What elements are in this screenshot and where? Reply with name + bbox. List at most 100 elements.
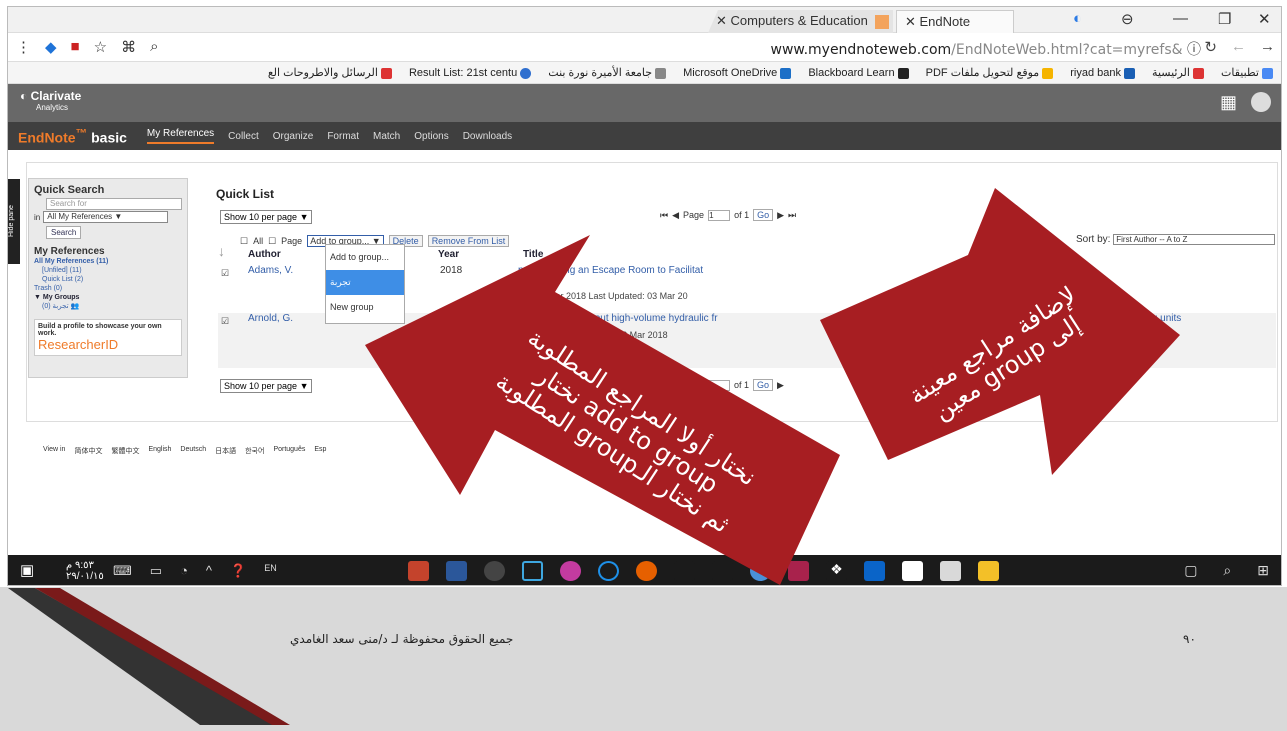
task-view-icon[interactable]: ▢ <box>1184 562 1197 579</box>
row-url-link[interactable]: → Go to URL <box>518 302 572 312</box>
researcherid-box[interactable]: Build a profile to showcase your own wor… <box>34 319 182 356</box>
nav-match[interactable]: Match <box>373 131 400 142</box>
windows-start-icon[interactable]: ⊞ <box>1257 562 1269 579</box>
bookmark-riyad[interactable]: riyad bank <box>1070 63 1135 79</box>
lang-link[interactable]: 繁體中文 <box>111 446 139 456</box>
dropdown-option[interactable]: Add to group... <box>326 245 404 270</box>
clock[interactable]: ٩:٥٣ م ٢٩/٠١/١٥ <box>66 560 104 582</box>
endnote-brand[interactable]: EndNote™ basic <box>18 127 127 146</box>
extension-icon[interactable]: ◐ <box>1073 10 1082 27</box>
row-checkbox[interactable]: ☑ <box>221 316 229 327</box>
dropdown-option-selected[interactable]: تجربة <box>326 270 404 295</box>
profile-icon[interactable]: ⊖ <box>1121 10 1134 28</box>
sl-icon[interactable] <box>560 561 581 581</box>
maximize-icon[interactable]: ❐ <box>1218 10 1231 28</box>
all-checkbox[interactable]: ☐ <box>240 236 248 247</box>
avatar[interactable] <box>1251 92 1271 112</box>
nav-my-references[interactable]: My References <box>146 128 215 144</box>
scope-select[interactable]: All My References ▼ <box>43 211 169 223</box>
app-icon[interactable] <box>522 561 543 581</box>
bookmark-apps[interactable]: تطبيقات <box>1221 62 1273 79</box>
bookmark-pdf[interactable]: موقع لتحويل ملفات PDF <box>926 62 1054 79</box>
prev-page-icon[interactable]: ◀ <box>672 210 679 221</box>
group-link[interactable]: (0) تجربة <box>42 303 69 310</box>
extension-icon[interactable]: ◆ <box>45 38 57 56</box>
first-page-icon[interactable]: ⏮ <box>660 210 668 221</box>
show-per-page-select[interactable]: Show 10 per page ▼ <box>220 210 313 224</box>
nav-options[interactable]: Options <box>414 131 448 142</box>
translate-icon[interactable]: ⌘ <box>121 38 136 56</box>
lang-link[interactable]: English <box>148 446 171 456</box>
star-icon[interactable]: ☆ <box>94 38 107 56</box>
row-checkbox[interactable]: ☑ <box>221 268 229 279</box>
minimize-icon[interactable]: — <box>1173 10 1188 27</box>
outlook-icon[interactable] <box>864 561 885 581</box>
go-button[interactable]: Go <box>753 209 774 221</box>
lang-indicator[interactable]: EN <box>264 563 277 579</box>
search-icon[interactable]: ⌕ <box>150 38 158 56</box>
search-input[interactable]: Search for <box>46 198 182 210</box>
chevron-up-icon[interactable]: ^ <box>206 563 212 579</box>
lang-link[interactable]: 简体中文 <box>74 446 102 456</box>
nav-organize[interactable]: Organize <box>273 131 314 142</box>
lang-link[interactable]: Esp <box>314 446 326 456</box>
all-references-link[interactable]: All My References (11) <box>34 257 182 266</box>
col-title[interactable]: Title <box>523 249 543 260</box>
notification-icon[interactable]: ▣ <box>20 561 34 579</box>
folder-icon[interactable] <box>978 561 999 581</box>
col-year[interactable]: Year <box>438 249 459 260</box>
bookmark-onedrive[interactable]: Microsoft OneDrive <box>683 63 792 79</box>
bookmark-theses[interactable]: الرسائل والاطروحات الع <box>268 62 392 79</box>
help-icon[interactable]: ❓ <box>230 563 246 579</box>
gmail-icon[interactable]: ■ <box>71 38 80 56</box>
search-icon[interactable]: ⌕ <box>1223 562 1231 579</box>
lang-link[interactable]: 한국어 <box>245 446 264 456</box>
reload-icon[interactable]: ↻ <box>1204 38 1217 56</box>
bookmark-pnu[interactable]: جامعة الأميرة نورة بنت <box>548 62 667 79</box>
word-icon[interactable] <box>446 561 467 581</box>
my-groups-link[interactable]: My Groups <box>43 294 80 301</box>
powerpoint-icon[interactable] <box>408 561 429 581</box>
page-input[interactable]: 1 <box>708 209 731 221</box>
clarivate-logo[interactable]: ◐ Clarivate Analytics <box>20 90 81 113</box>
last-page-icon[interactable]: ⏭ <box>788 210 796 221</box>
nav-collect[interactable]: Collect <box>228 131 259 142</box>
back-icon[interactable]: → <box>1260 38 1275 56</box>
next-page-icon[interactable]: ▶ <box>777 210 784 221</box>
lang-link[interactable]: Português <box>273 446 305 456</box>
bookmark-blackboard[interactable]: Blackboard Learn <box>808 63 909 79</box>
nav-format[interactable]: Format <box>327 131 359 142</box>
dropdown-option[interactable]: New group <box>326 295 404 320</box>
group-share-icon[interactable]: 👥 <box>70 303 79 310</box>
tab-endnote[interactable]: ✕ EndNote <box>896 10 1014 33</box>
hide-pane-tab[interactable]: Hide pane <box>8 179 20 264</box>
remove-from-list-button[interactable]: Remove From List <box>427 235 510 247</box>
menu-icon[interactable]: ⋮ <box>16 38 31 56</box>
unfiled-link[interactable]: [Unfiled] (11) <box>34 266 182 275</box>
col-author[interactable]: Author <box>248 249 281 260</box>
nav-downloads[interactable]: Downloads <box>463 131 512 142</box>
keyboard-icon[interactable]: ⌨ <box>113 563 132 579</box>
quick-list-link[interactable]: Quick List (2) <box>34 275 182 284</box>
lang-link[interactable]: Deutsch <box>180 446 206 456</box>
amazon-icon[interactable] <box>902 561 923 581</box>
bookmark-results[interactable]: Result List: 21st centu <box>409 63 532 79</box>
page-input[interactable]: 1 <box>708 379 730 391</box>
close-icon[interactable]: ✕ <box>1258 10 1271 28</box>
forward-icon[interactable]: ← <box>1231 38 1246 56</box>
show-per-page-select-bottom[interactable]: Show 10 per page ▼ <box>220 379 313 393</box>
next-page-icon[interactable]: ▶ <box>777 380 784 391</box>
sort-select[interactable]: First Author -- A to Z <box>1113 234 1276 245</box>
store-icon[interactable] <box>940 561 961 581</box>
search-button[interactable]: Search <box>46 226 82 239</box>
page-checkbox[interactable]: ☐ <box>268 236 276 247</box>
firefox-icon[interactable] <box>636 561 657 581</box>
wifi-icon[interactable]: ◔ <box>180 563 188 579</box>
edge-icon[interactable] <box>598 561 619 581</box>
bookmark-home[interactable]: الرئيسية <box>1152 62 1204 79</box>
battery-icon[interactable]: ▭ <box>150 563 162 579</box>
lang-link[interactable]: 日本語 <box>215 446 236 456</box>
info-icon[interactable]: ⓘ <box>1187 42 1201 58</box>
url-field[interactable]: www.myendnoteweb.com/EndNoteWeb.html?cat… <box>771 39 1202 59</box>
row-title[interactable]: pe? Creating an Escape Room to Facilitat <box>518 265 1281 276</box>
